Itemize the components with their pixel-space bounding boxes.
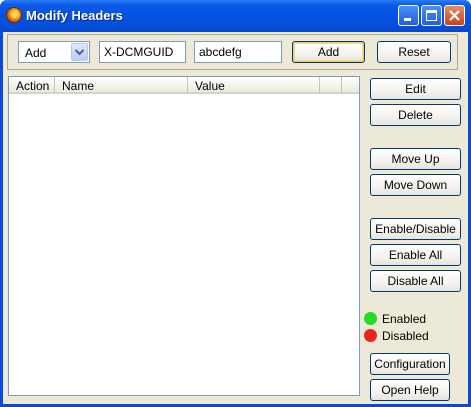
header-name-field[interactable] — [99, 41, 186, 63]
legend-enabled-label: Enabled — [382, 312, 427, 326]
enabled-indicator-icon — [364, 312, 377, 325]
column-header-end — [342, 77, 359, 94]
edit-button[interactable]: Edit — [370, 78, 461, 100]
column-header-value[interactable]: Value — [188, 77, 320, 94]
action-select[interactable]: Add — [18, 41, 90, 63]
enable-disable-button[interactable]: Enable/Disable — [370, 218, 461, 240]
close-icon — [449, 10, 460, 21]
reset-button[interactable]: Reset — [377, 41, 451, 63]
minimize-button[interactable] — [398, 5, 419, 26]
header-value-field[interactable] — [194, 41, 282, 63]
disable-all-button[interactable]: Disable All — [370, 270, 461, 292]
chevron-down-icon — [74, 49, 85, 56]
open-help-button[interactable]: Open Help — [370, 379, 450, 401]
move-up-button[interactable]: Move Up — [370, 148, 461, 170]
header-name-input[interactable] — [100, 42, 185, 62]
maximize-button[interactable] — [421, 5, 442, 26]
disabled-indicator-icon — [364, 329, 377, 342]
column-header-action[interactable]: Action — [9, 77, 55, 94]
column-header-name[interactable]: Name — [55, 77, 188, 94]
title-bar[interactable]: Modify Headers — [0, 0, 471, 32]
headers-table[interactable]: Action Name Value — [8, 76, 360, 396]
header-value-input[interactable] — [195, 42, 281, 62]
dropdown-button[interactable] — [71, 43, 88, 61]
maximize-icon — [426, 10, 437, 21]
legend-disabled-label: Disabled — [382, 329, 429, 343]
action-select-value: Add — [25, 46, 47, 60]
window-title: Modify Headers — [26, 8, 123, 23]
add-button[interactable]: Add — [292, 41, 365, 63]
configuration-button[interactable]: Configuration — [370, 353, 450, 375]
minimize-icon — [404, 18, 411, 21]
enable-all-button[interactable]: Enable All — [370, 244, 461, 266]
close-button[interactable] — [444, 5, 465, 26]
firefox-icon — [6, 7, 22, 23]
delete-button[interactable]: Delete — [370, 104, 461, 126]
column-header-blank — [320, 77, 342, 94]
move-down-button[interactable]: Move Down — [370, 174, 461, 196]
